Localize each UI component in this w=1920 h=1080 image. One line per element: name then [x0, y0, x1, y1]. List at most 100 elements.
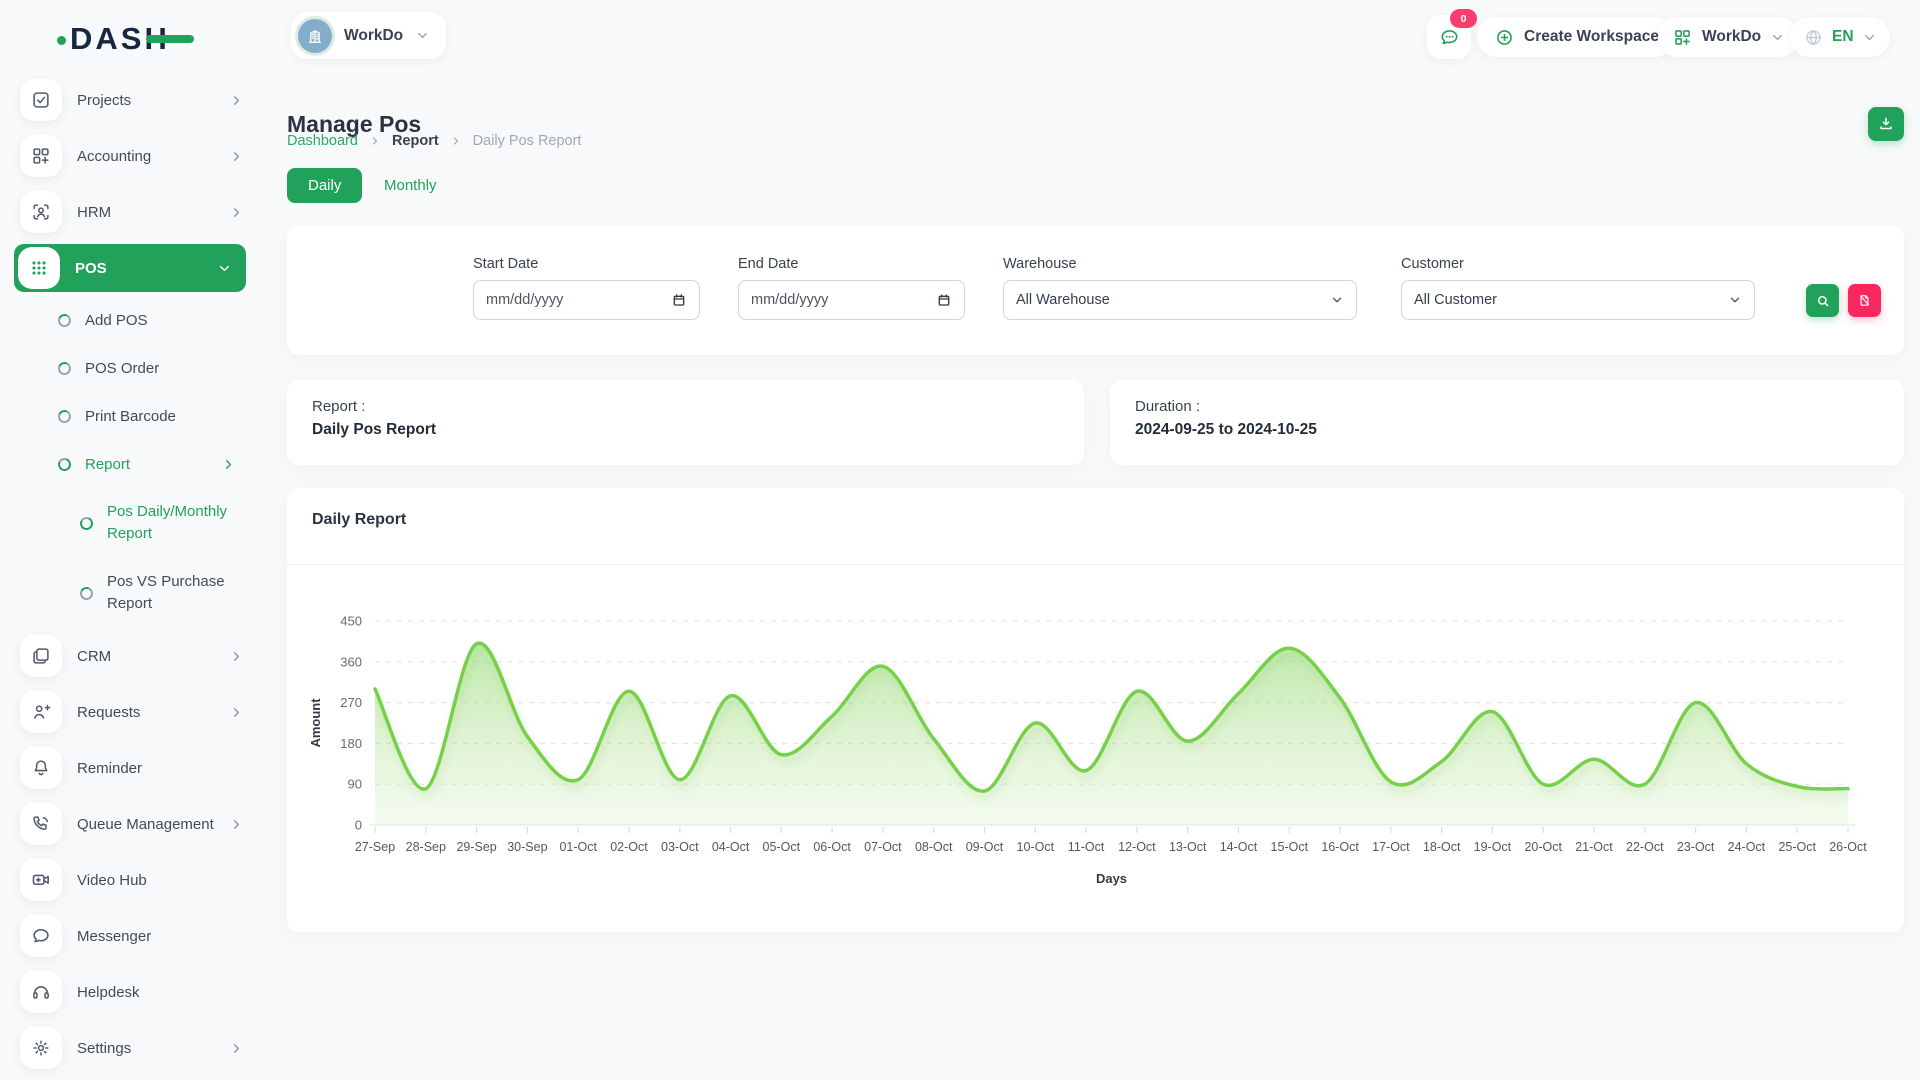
sidebar-item-messenger[interactable]: Messenger — [0, 908, 260, 964]
chevron-right-icon — [229, 817, 244, 832]
download-report-button[interactable] — [1868, 107, 1904, 141]
calendar-icon — [671, 292, 687, 308]
warehouse-select[interactable]: All Warehouse — [1003, 280, 1357, 320]
y-axis-title: Amount — [308, 698, 323, 748]
apply-filter-button[interactable] — [1806, 284, 1839, 317]
start-date-label: Start Date — [473, 256, 538, 272]
sidebar-item-label: Requests — [77, 704, 214, 721]
chevron-down-icon — [1770, 30, 1785, 45]
sidebar-item-report[interactable]: Report — [0, 440, 260, 488]
x-tick-label: 05-Oct — [763, 840, 801, 854]
sidebar-item-pos-order[interactable]: POS Order — [0, 344, 260, 392]
sidebar-item-label: Report — [85, 456, 207, 473]
end-date-label: End Date — [738, 256, 798, 272]
sidebar-item-helpdesk[interactable]: Helpdesk — [0, 964, 260, 1020]
breadcrumb-dashboard[interactable]: Dashboard — [287, 133, 358, 149]
app-logo: DASH — [70, 22, 170, 56]
sidebar-item-hrm[interactable]: HRM — [0, 184, 260, 240]
chevron-right-icon — [229, 649, 244, 664]
daily-report-chart: 09018027036045027-Sep28-Sep29-Sep30-Sep0… — [300, 575, 1880, 920]
x-tick-label: 29-Sep — [456, 840, 496, 854]
check-square-icon — [30, 89, 52, 111]
headset-icon-tile — [20, 971, 62, 1013]
sidebar-item-projects[interactable]: Projects — [0, 72, 260, 128]
sidebar-item-label: Print Barcode — [85, 408, 236, 425]
company-menu-button[interactable]: WorkDo — [1658, 17, 1799, 57]
sidebar-item-queue-management[interactable]: Queue Management — [0, 796, 260, 852]
sidebar-item-add-pos[interactable]: Add POS — [0, 296, 260, 344]
daily-report-card: Daily Report 09018027036045027-Sep28-Sep… — [287, 488, 1904, 932]
search-icon — [1815, 293, 1831, 309]
donut-bullet-icon — [56, 456, 73, 473]
tab-monthly[interactable]: Monthly — [372, 168, 449, 203]
sidebar-item-reminder[interactable]: Reminder — [0, 740, 260, 796]
dots-grid-icon-tile — [18, 247, 60, 289]
clear-filter-button[interactable] — [1848, 284, 1881, 317]
video-icon — [30, 869, 52, 891]
plus-circle-icon — [1494, 27, 1515, 48]
messages-count-badge: 0 — [1450, 9, 1477, 28]
x-tick-label: 14-Oct — [1220, 840, 1258, 854]
sidebar-item-pos-daily-monthly-report[interactable]: Pos Daily/Monthly Report — [0, 488, 260, 558]
donut-bullet-icon — [56, 312, 73, 329]
bell-icon-tile — [20, 747, 62, 789]
sidebar-item-label: Pos VS Purchase Report — [107, 571, 236, 615]
x-tick-label: 02-Oct — [610, 840, 648, 854]
sidebar-item-print-barcode[interactable]: Print Barcode — [0, 392, 260, 440]
x-axis-title: Days — [1096, 871, 1127, 886]
sidebar-item-label: POS Order — [85, 360, 236, 377]
y-tick-label: 270 — [340, 695, 362, 710]
sidebar-item-label: Accounting — [77, 148, 214, 165]
breadcrumb-current: Daily Pos Report — [473, 133, 582, 149]
x-tick-label: 04-Oct — [712, 840, 750, 854]
report-label: Report : — [312, 398, 365, 415]
sidebar-item-crm[interactable]: CRM — [0, 628, 260, 684]
duration-summary-card: Duration : 2024-09-25 to 2024-10-25 — [1110, 380, 1904, 465]
x-tick-label: 26-Oct — [1829, 840, 1867, 854]
sidebar-item-video-hub[interactable]: Video Hub — [0, 852, 260, 908]
x-tick-label: 22-Oct — [1626, 840, 1664, 854]
sidebar-item-pos-vs-purchase-report[interactable]: Pos VS Purchase Report — [0, 558, 260, 628]
chevron-right-icon — [369, 135, 381, 147]
user-plus-icon — [30, 701, 52, 723]
tab-daily[interactable]: Daily — [287, 168, 362, 203]
customer-select[interactable]: All Customer — [1401, 280, 1755, 320]
sidebar-item-label: Pos Daily/Monthly Report — [107, 501, 236, 545]
create-workspace-button[interactable]: Create Workspace — [1477, 17, 1676, 57]
sidebar-item-label: Messenger — [77, 928, 244, 945]
dots-grid-icon — [28, 257, 50, 279]
customer-label: Customer — [1401, 256, 1464, 272]
start-date-input[interactable]: mm/dd/yyyy — [473, 280, 700, 320]
user-scan-icon-tile — [20, 191, 62, 233]
sidebar: Projects Accounting HRMPOSAdd POS POS Order… — [0, 72, 260, 1080]
gear-icon-tile — [20, 1027, 62, 1069]
breadcrumb-report[interactable]: Report — [392, 133, 439, 149]
file-slash-icon — [1857, 293, 1872, 308]
cards-icon — [30, 645, 52, 667]
workspace-switcher-label: WorkDo — [344, 27, 403, 45]
create-workspace-label: Create Workspace — [1524, 28, 1659, 46]
x-tick-label: 13-Oct — [1169, 840, 1207, 854]
chevron-right-icon — [450, 135, 462, 147]
language-menu-button[interactable]: EN — [1790, 17, 1890, 57]
sidebar-item-pos[interactable]: POS — [14, 244, 246, 292]
x-tick-label: 30-Sep — [507, 840, 547, 854]
y-tick-label: 360 — [340, 654, 362, 669]
grid-plus-icon-tile — [20, 135, 62, 177]
sidebar-item-requests[interactable]: Requests — [0, 684, 260, 740]
chevron-down-icon — [415, 28, 430, 43]
chevron-right-icon — [229, 1041, 244, 1056]
messages-button[interactable]: 0 — [1427, 15, 1471, 59]
chat-icon-tile — [20, 915, 62, 957]
end-date-input[interactable]: mm/dd/yyyy — [738, 280, 965, 320]
chevron-down-icon — [1330, 293, 1344, 307]
user-scan-icon — [30, 201, 52, 223]
phone-call-icon-tile — [20, 803, 62, 845]
workspace-switcher[interactable]: WorkDo — [291, 12, 446, 59]
warehouse-label: Warehouse — [1003, 256, 1077, 272]
sidebar-item-accounting[interactable]: Accounting — [0, 128, 260, 184]
chevron-down-icon — [1728, 293, 1742, 307]
sidebar-item-settings[interactable]: Settings — [0, 1020, 260, 1076]
logo-dot-icon — [57, 36, 66, 45]
x-tick-label: 17-Oct — [1372, 840, 1410, 854]
